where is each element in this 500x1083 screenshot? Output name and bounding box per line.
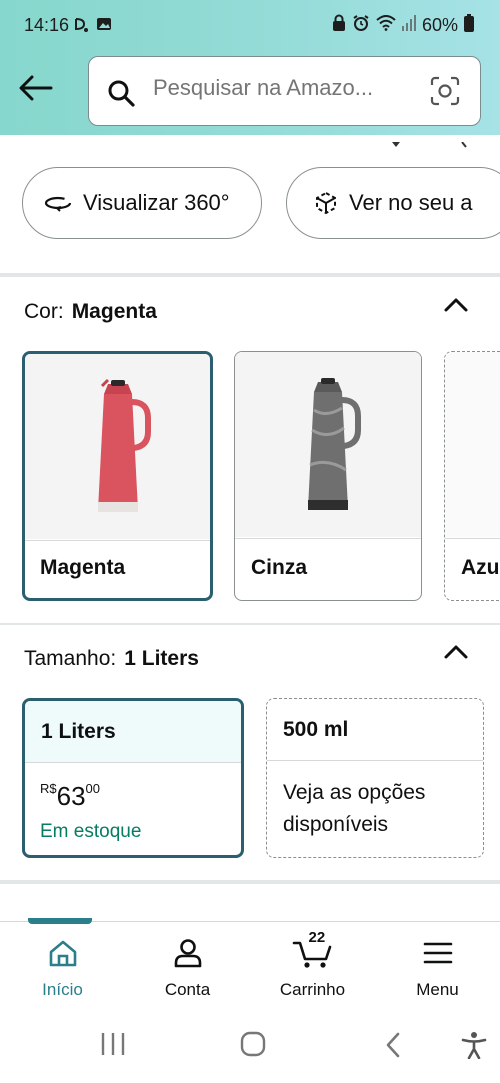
alarm-icon [352, 14, 370, 37]
color-section-title: Cor: Magenta [24, 300, 157, 324]
size-label: Tamanho: [24, 647, 117, 670]
nav-label: Carrinho [279, 980, 346, 999]
system-nav-bar [0, 1009, 500, 1083]
dnd-icon [72, 16, 90, 39]
cart-count-badge: 22 [308, 929, 326, 946]
product-image-cinza [235, 352, 421, 537]
section-divider [0, 273, 500, 277]
chevron-up-icon [444, 298, 468, 312]
home-icon [48, 936, 78, 970]
lock-icon [332, 14, 346, 37]
size-collapse-button[interactable] [443, 644, 469, 665]
size-option-name: 1 Liters [25, 701, 241, 763]
status-time: 14:16 [24, 15, 70, 35]
color-option-magenta[interactable]: Magenta [22, 351, 213, 601]
color-label: Cor: [24, 300, 64, 323]
stock-status: Em estoque [40, 821, 142, 842]
person-icon [173, 936, 203, 970]
home-system-button[interactable] [240, 1031, 266, 1057]
view-360-button[interactable]: Visualizar 360° [22, 167, 262, 239]
product-image-azul [445, 352, 500, 537]
recent-apps-icon [101, 1033, 125, 1055]
see-options-text: Veja as opções disponíveis [283, 781, 426, 836]
status-bar: 14:16 60% [0, 0, 500, 52]
gallery-icon [96, 16, 112, 39]
rotate-360-icon [43, 193, 73, 213]
size-selected-value: 1 Liters [124, 647, 199, 670]
battery-percent: 60% [421, 15, 458, 35]
scroll-remnant [388, 135, 488, 148]
nav-label: Menu [416, 980, 459, 999]
nav-account[interactable]: Conta [125, 922, 250, 1010]
top-header: 14:16 60% [0, 0, 500, 135]
wifi-icon [376, 15, 396, 36]
section-divider [0, 880, 500, 884]
nav-label: Conta [164, 980, 211, 999]
section-divider [0, 623, 500, 625]
color-option-label: Magenta [40, 556, 126, 579]
ar-cube-icon [313, 190, 339, 216]
system-back-button[interactable] [383, 1031, 403, 1059]
size-option-price: R$6300 [40, 781, 101, 811]
color-option-azul[interactable]: Azu [444, 351, 500, 601]
back-button[interactable] [14, 70, 58, 106]
accessibility-button[interactable] [461, 1031, 487, 1059]
chevron-left-icon [386, 1032, 400, 1058]
recent-apps-button[interactable] [100, 1031, 126, 1057]
search-icon [107, 79, 135, 112]
color-option-cinza[interactable]: Cinza [234, 351, 422, 601]
size-option-500-ml[interactable]: 500 ml Veja as opções disponíveis [266, 698, 484, 858]
nav-home[interactable]: Início [0, 922, 125, 1010]
battery-icon [464, 14, 474, 37]
home-circle-icon [240, 1031, 266, 1057]
camera-scan-icon[interactable] [430, 76, 460, 111]
cart-icon: 22 [292, 929, 334, 970]
bottom-nav: Início Conta 22 Carrinho Menu [0, 918, 500, 1010]
signal-icon [401, 15, 416, 36]
view-in-room-label: Ver no seu a [349, 190, 473, 215]
color-option-label: Azu [461, 556, 500, 579]
chevron-up-icon [444, 645, 468, 659]
nav-cart[interactable]: 22 Carrinho [250, 922, 375, 1010]
color-collapse-button[interactable] [443, 297, 469, 318]
size-section-title: Tamanho: 1 Liters [24, 647, 199, 671]
nav-menu[interactable]: Menu [375, 922, 500, 1010]
view-in-room-button[interactable]: Ver no seu a [286, 167, 500, 239]
nav-label: Início [42, 980, 83, 999]
product-image-magenta [25, 354, 210, 539]
size-option-1-liters[interactable]: 1 Liters R$6300 Em estoque [22, 698, 244, 858]
color-option-label: Cinza [251, 556, 308, 579]
size-option-name: 500 ml [283, 718, 349, 741]
view-360-label: Visualizar 360° [83, 190, 230, 215]
search-bar[interactable] [88, 56, 481, 126]
accessibility-icon [461, 1032, 487, 1059]
color-selected-value: Magenta [71, 300, 157, 323]
search-input[interactable] [153, 75, 411, 101]
menu-icon [423, 936, 453, 970]
arrow-left-icon [19, 75, 53, 101]
